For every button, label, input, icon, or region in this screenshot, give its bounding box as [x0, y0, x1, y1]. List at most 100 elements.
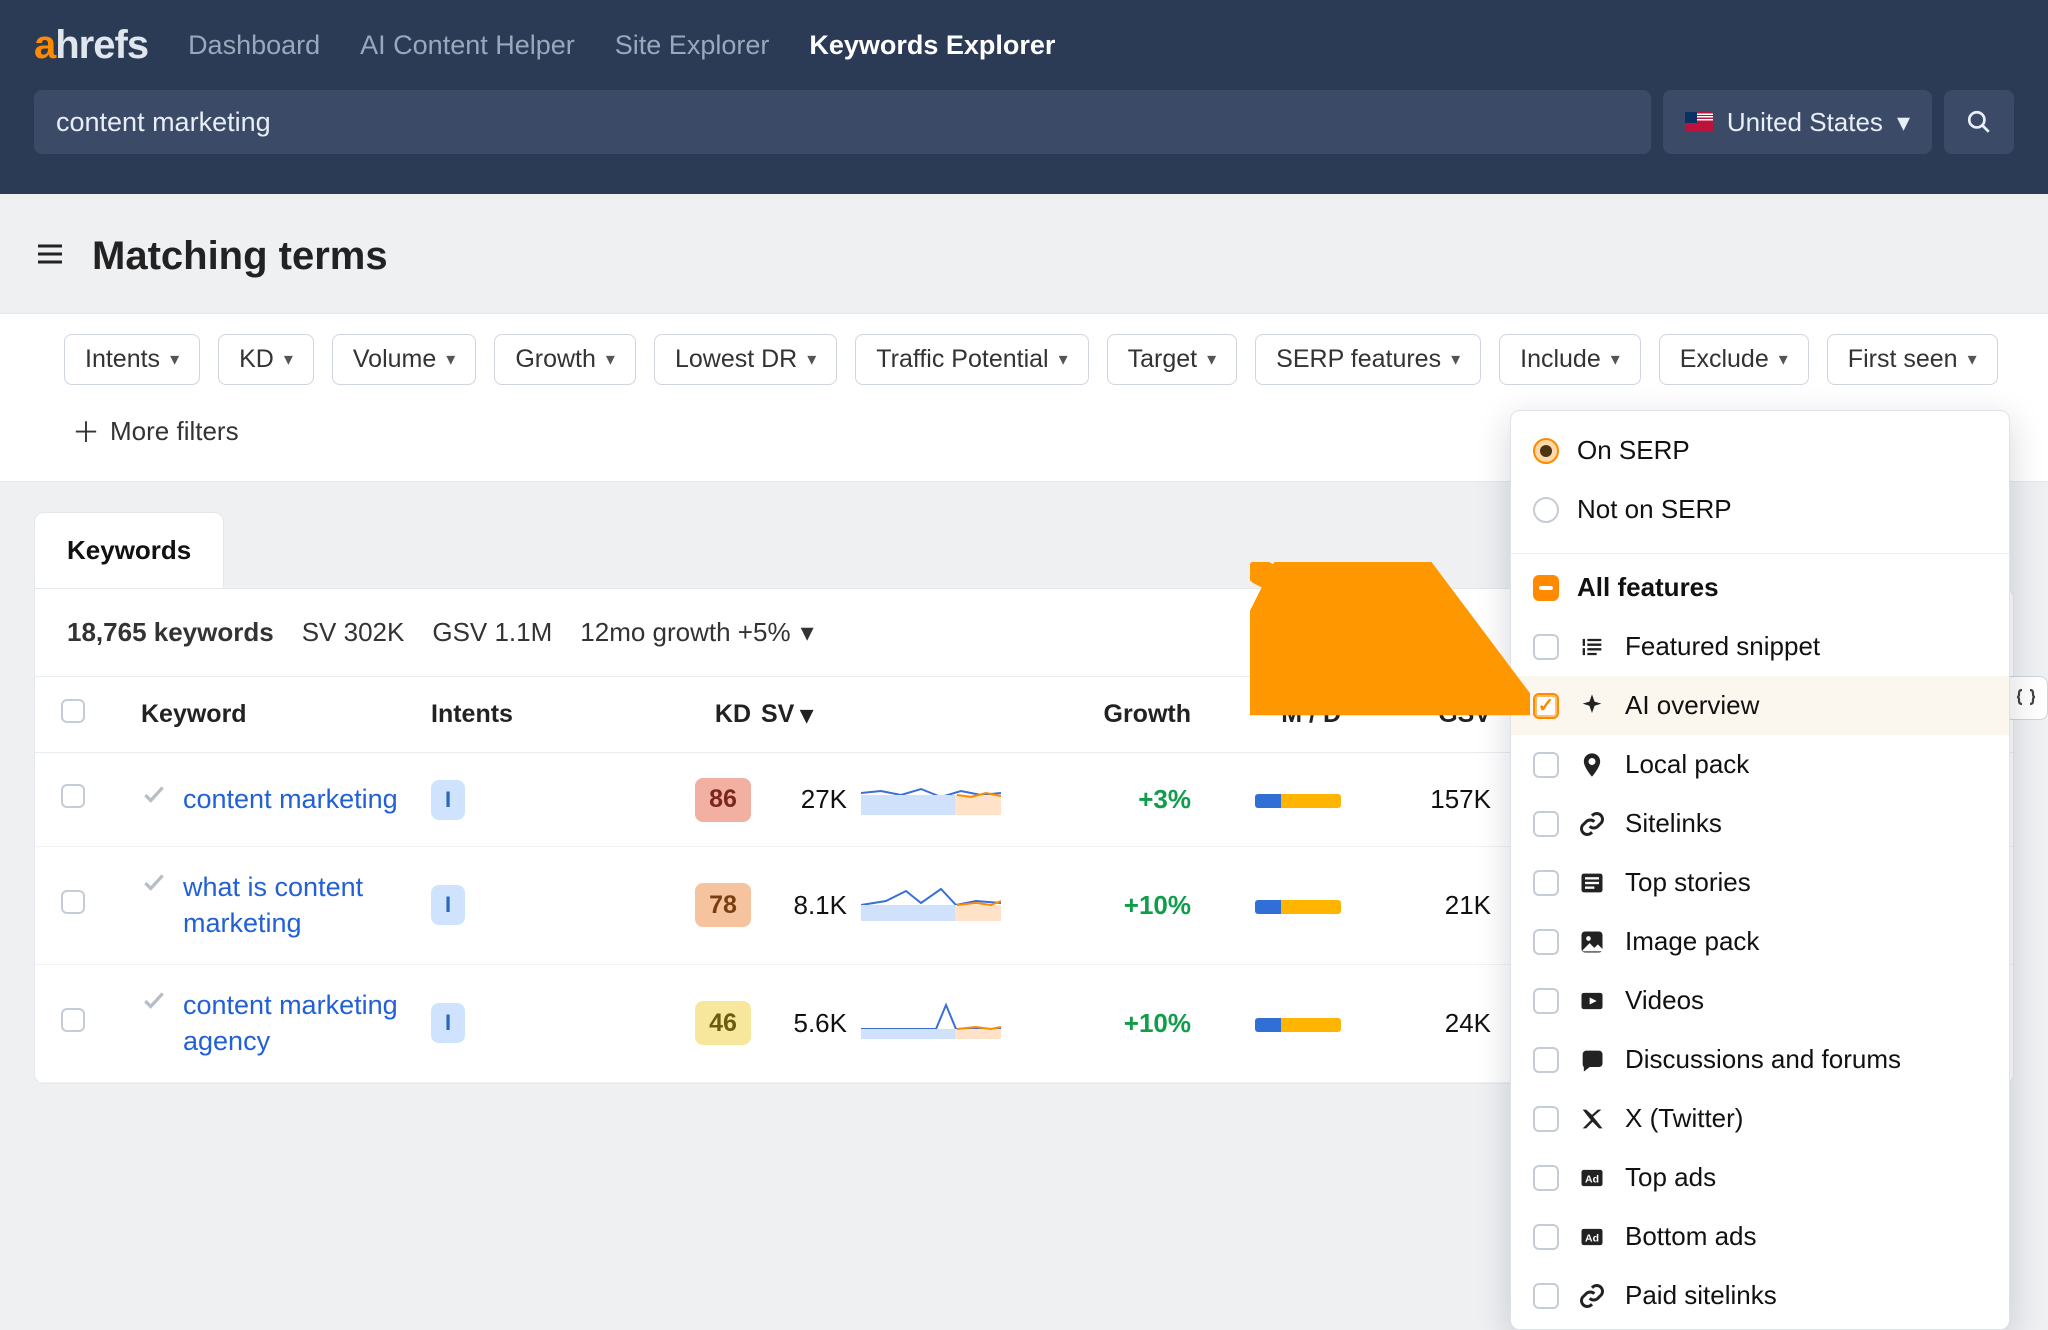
checkbox-icon [1533, 929, 1559, 955]
menu-button[interactable] [34, 238, 66, 275]
chevron-down-icon: ▾ [446, 349, 455, 370]
chevron-down-icon: ▾ [1779, 349, 1788, 370]
ahrefs-logo[interactable]: ahrefs [34, 23, 148, 68]
sparkline [861, 999, 1001, 1048]
radio-icon [1533, 497, 1559, 523]
md-bar [1255, 900, 1341, 914]
keyword-link[interactable]: content marketing [183, 781, 398, 817]
keyword-search-input[interactable] [56, 107, 1629, 138]
filter-target[interactable]: Target▾ [1107, 334, 1238, 385]
keyword-count: 18,765 keywords [67, 617, 274, 648]
check-icon [141, 987, 167, 1020]
sparkline [861, 881, 1001, 930]
braces-icon [2014, 686, 2038, 710]
country-label: United States [1727, 107, 1883, 138]
summary-gsv: GSV 1.1M [432, 617, 552, 648]
feature-icon [1577, 986, 1607, 1016]
serp-feature-top-stories[interactable]: Top stories [1511, 853, 2009, 912]
col-growth[interactable]: Growth [1011, 700, 1191, 729]
col-keyword[interactable]: Keyword [141, 700, 421, 729]
checkbox-icon [1533, 693, 1559, 719]
checkbox-icon [1533, 988, 1559, 1014]
col-md[interactable]: M / D [1201, 700, 1341, 729]
md-bar [1255, 794, 1341, 808]
feature-icon: Ad [1577, 1222, 1607, 1252]
md-bar [1255, 1018, 1341, 1032]
feature-icon [1577, 1104, 1607, 1134]
api-button[interactable] [2004, 676, 2048, 720]
nav-site-explorer[interactable]: Site Explorer [615, 30, 770, 61]
serp-feature-local-pack[interactable]: Local pack [1511, 735, 2009, 794]
filter-intents[interactable]: Intents▾ [64, 334, 200, 385]
serp-feature-sitelinks[interactable]: Sitelinks [1511, 794, 2009, 853]
keyword-search-box[interactable] [34, 90, 1651, 154]
col-gsv[interactable]: GSV [1351, 700, 1491, 729]
top-nav: ahrefs Dashboard AI Content Helper Site … [0, 0, 2048, 194]
more-filters-button[interactable]: ＋More filters [64, 401, 247, 461]
serp-feature-top-ads[interactable]: Ad Top ads [1511, 1148, 2009, 1207]
check-icon [141, 781, 167, 814]
serp-feature-image-pack[interactable]: Image pack [1511, 912, 2009, 971]
row-checkbox[interactable] [61, 890, 85, 914]
feature-label: Image pack [1625, 926, 1759, 957]
serp-feature-paid-sitelinks[interactable]: Paid sitelinks [1511, 1266, 2009, 1325]
feature-label: Top stories [1625, 867, 1751, 898]
tab-keywords[interactable]: Keywords [34, 512, 224, 588]
serp-feature-videos[interactable]: Videos [1511, 971, 2009, 1030]
chevron-down-icon: ▾ [1059, 349, 1068, 370]
col-sv[interactable]: SV▾ [761, 700, 1001, 730]
serp-all-features[interactable]: All features [1511, 558, 2009, 617]
checkbox-icon [1533, 1224, 1559, 1250]
sv-value: 5.6K [794, 1008, 848, 1039]
row-checkbox[interactable] [61, 784, 85, 808]
chevron-down-icon: ▾ [284, 349, 293, 370]
sv-value: 27K [801, 784, 847, 815]
serp-feature-featured-snippet[interactable]: Featured snippet [1511, 617, 2009, 676]
col-kd[interactable]: KD [631, 700, 751, 729]
gsv-value: 24K [1351, 1008, 1491, 1039]
filter-lowest-dr[interactable]: Lowest DR▾ [654, 334, 837, 385]
serp-features-dropdown: On SERP Not on SERP All features Feature… [1510, 410, 2010, 1330]
select-all-checkbox[interactable] [61, 699, 85, 723]
feature-icon [1577, 868, 1607, 898]
nav-ai-content-helper[interactable]: AI Content Helper [360, 30, 575, 61]
serp-feature-discussions-and-forums[interactable]: Discussions and forums [1511, 1030, 2009, 1089]
row-checkbox[interactable] [61, 1008, 85, 1032]
nav-dashboard[interactable]: Dashboard [188, 30, 320, 61]
hamburger-icon [34, 238, 66, 270]
serp-radio-not-on-serp[interactable]: Not on SERP [1511, 480, 2009, 539]
chevron-down-icon: ▾ [1611, 349, 1620, 370]
summary-growth-selector[interactable]: 12mo growth +5%▾ [580, 617, 813, 648]
feature-icon: Ad [1577, 1163, 1607, 1193]
filter-exclude[interactable]: Exclude▾ [1659, 334, 1809, 385]
page-header: Matching terms [0, 194, 2048, 313]
feature-label: Videos [1625, 985, 1704, 1016]
us-flag-icon [1685, 112, 1713, 132]
sv-value: 8.1K [794, 890, 848, 921]
filter-include[interactable]: Include▾ [1499, 334, 1641, 385]
intent-pill: I [431, 885, 465, 925]
feature-label: Featured snippet [1625, 631, 1820, 662]
feature-label: Top ads [1625, 1162, 1716, 1193]
checkbox-icon [1533, 1165, 1559, 1191]
nav-keywords-explorer[interactable]: Keywords Explorer [809, 30, 1055, 61]
keyword-link[interactable]: content marketing agency [183, 987, 421, 1060]
serp-feature-ai-overview[interactable]: AI overview [1511, 676, 2009, 735]
country-selector[interactable]: United States ▾ [1663, 90, 1932, 154]
filter-growth[interactable]: Growth▾ [494, 334, 636, 385]
keyword-link[interactable]: what is content marketing [183, 869, 421, 942]
filter-traffic-potential[interactable]: Traffic Potential▾ [855, 334, 1088, 385]
serp-feature-x-twitter-[interactable]: X (Twitter) [1511, 1089, 2009, 1148]
serp-radio-on-serp[interactable]: On SERP [1511, 421, 2009, 480]
filter-serp-features[interactable]: SERP features▾ [1255, 334, 1481, 385]
search-button[interactable] [1944, 90, 2014, 154]
search-icon [1966, 109, 1992, 135]
feature-icon [1577, 632, 1607, 662]
filter-first-seen[interactable]: First seen▾ [1827, 334, 1998, 385]
col-intents[interactable]: Intents [431, 700, 621, 729]
serp-feature-bottom-ads[interactable]: AdBottom ads [1511, 1207, 2009, 1266]
sparkline [861, 775, 1001, 824]
filter-volume[interactable]: Volume▾ [332, 334, 476, 385]
filter-kd[interactable]: KD▾ [218, 334, 314, 385]
feature-icon [1577, 927, 1607, 957]
